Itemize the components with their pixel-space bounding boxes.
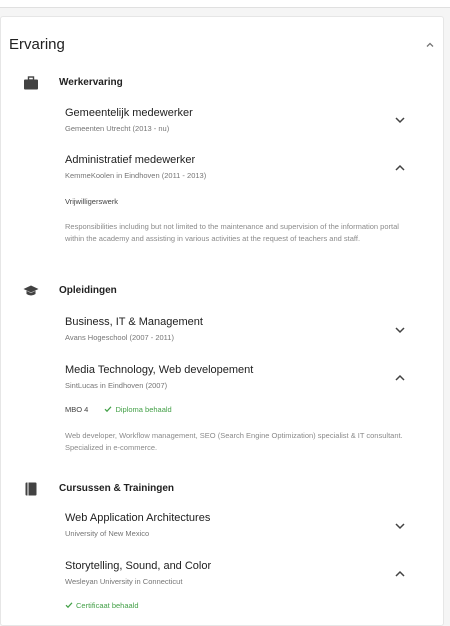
book-icon bbox=[25, 482, 37, 496]
section-courses: Cursussen & Trainingen bbox=[23, 481, 423, 501]
entry-level: MBO 4 bbox=[65, 405, 89, 414]
entry-title: Administratief medewerker bbox=[65, 154, 196, 166]
status-text: Certificaat behaald bbox=[76, 601, 139, 610]
education-entry-1[interactable]: Business, IT & Management Avans Hogescho… bbox=[65, 315, 415, 343]
entry-meta: MBO 4 Diploma behaald bbox=[65, 405, 172, 414]
section-work: Werkervaring bbox=[23, 75, 423, 95]
entry-description: Web developer, Workflow management, SEO … bbox=[65, 431, 403, 452]
course-entry-2[interactable]: Storytelling, Sound, and Color Wesleyan … bbox=[65, 559, 415, 587]
briefcase-icon bbox=[24, 76, 38, 90]
experience-card: Ervaring Werkervaring Gemeentelijk medew… bbox=[0, 16, 444, 626]
work-entry-2[interactable]: Administratief medewerker KemmeKoolen in… bbox=[65, 153, 415, 181]
entry-subtitle: Gemeenten Utrecht (2013 - nu) bbox=[65, 124, 170, 133]
entry-subtitle: Wesleyan University in Connecticut bbox=[65, 577, 183, 586]
entry-subtitle: University of New Mexico bbox=[65, 529, 150, 538]
chevron-up-icon[interactable] bbox=[393, 373, 407, 383]
check-icon bbox=[105, 406, 112, 413]
check-icon bbox=[65, 602, 73, 609]
education-entry-2[interactable]: Media Technology, Web developement SintL… bbox=[65, 363, 415, 391]
entry-subtitle: Avans Hogeschool (2007 - 2011) bbox=[65, 333, 174, 342]
chevron-up-icon[interactable] bbox=[423, 38, 437, 52]
entry-title: Web Application Architectures bbox=[65, 512, 211, 524]
entry-subtitle: SintLucas in Eindhoven (2007) bbox=[65, 381, 168, 390]
graduation-cap-icon bbox=[23, 285, 39, 296]
chevron-down-icon[interactable] bbox=[393, 115, 407, 125]
entry-title: Media Technology, Web developement bbox=[65, 364, 254, 376]
course-entry-1[interactable]: Web Application Architectures University… bbox=[65, 511, 415, 539]
entry-title: Storytelling, Sound, and Color bbox=[65, 560, 212, 572]
section-title-courses: Cursussen & Trainingen bbox=[59, 483, 175, 494]
status-badge: Certificaat behaald bbox=[65, 601, 139, 610]
entry-description: Responsibilities including but not limit… bbox=[65, 222, 399, 243]
chevron-up-icon[interactable] bbox=[393, 163, 407, 173]
entry-subtitle: KemmeKoolen in Eindhoven (2011 - 2013) bbox=[65, 171, 207, 180]
chevron-down-icon[interactable] bbox=[393, 325, 407, 335]
entry-title: Gemeentelijk medewerker bbox=[65, 107, 193, 119]
previous-card-edge bbox=[0, 0, 450, 8]
card-title: Ervaring bbox=[9, 36, 65, 53]
entry-type: Vrijwilligerswerk bbox=[65, 197, 119, 206]
card-header: Ervaring bbox=[9, 34, 439, 58]
status-badge: Diploma behaald bbox=[104, 405, 172, 414]
section-title-work: Werkervaring bbox=[59, 77, 123, 88]
work-entry-1[interactable]: Gemeentelijk medewerker Gemeenten Utrech… bbox=[65, 106, 415, 134]
chevron-up-icon[interactable] bbox=[393, 569, 407, 579]
entry-title: Business, IT & Management bbox=[65, 316, 203, 328]
section-title-education: Opleidingen bbox=[59, 285, 117, 296]
section-education: Opleidingen bbox=[23, 283, 423, 303]
chevron-down-icon[interactable] bbox=[393, 521, 407, 531]
status-text: Diploma behaald bbox=[115, 405, 172, 414]
